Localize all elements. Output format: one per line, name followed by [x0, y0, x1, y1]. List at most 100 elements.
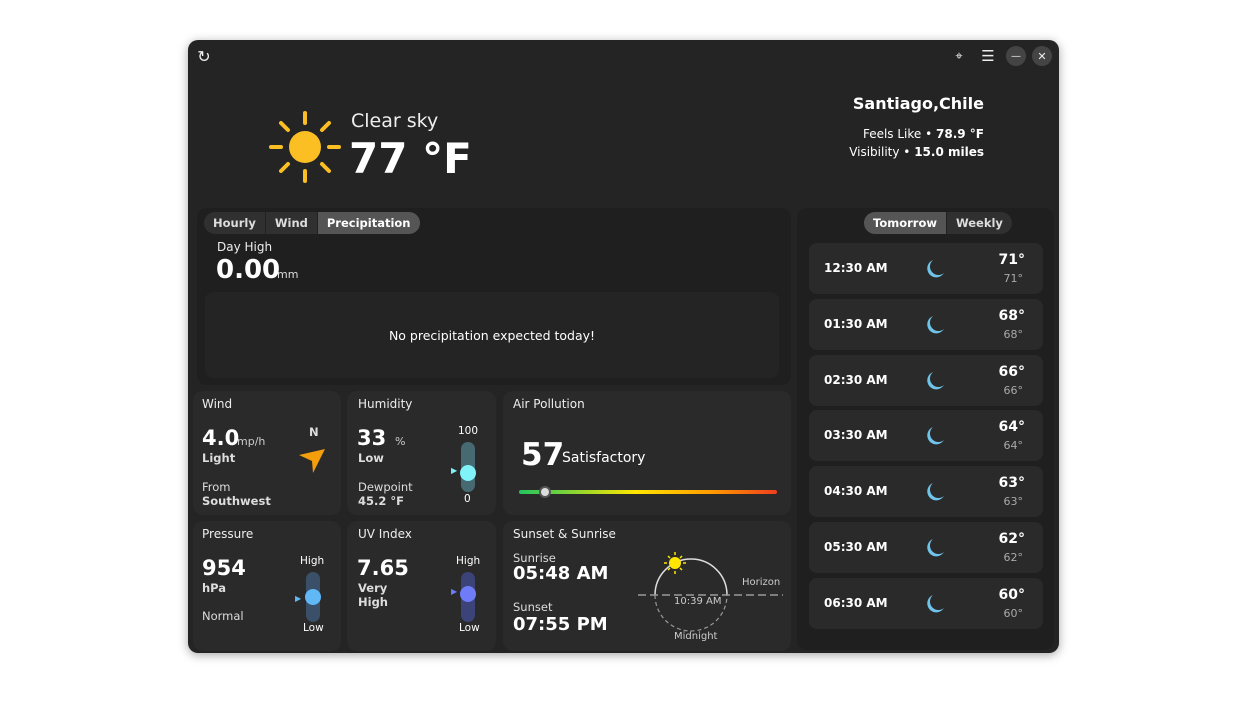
locate-button[interactable]: ⌖	[949, 46, 969, 66]
midnight-label: Midnight	[674, 631, 718, 642]
wind-direction-arrow-icon	[299, 449, 325, 473]
hour-row[interactable]: 06:30 AM 60° 60°	[809, 577, 1043, 629]
sunset-label: Sunset	[513, 600, 553, 614]
uv-desc-2: High	[358, 595, 388, 609]
wind-card: Wind 4.0 mp/h Light From Southwest N	[193, 391, 341, 515]
wind-unit: mp/h	[237, 435, 266, 448]
hour-row[interactable]: 12:30 AM 71° 71°	[809, 243, 1043, 294]
hour-time: 12:30 AM	[824, 261, 888, 275]
period-tabs: Tomorrow Weekly	[864, 212, 1012, 234]
wind-desc: Light	[202, 451, 236, 465]
humidity-card: Humidity 33 % Low Dewpoint 45.2 °F 100 ▶…	[347, 391, 496, 515]
sun-position-icon	[664, 552, 686, 574]
hour-feels: 71°	[1003, 272, 1024, 285]
hour-row[interactable]: 02:30 AM 66° 66°	[809, 354, 1043, 406]
air-pollution-card: Air Pollution 57 Satisfactory	[503, 391, 791, 515]
tab-wind[interactable]: Wind	[266, 212, 318, 234]
moon-icon	[927, 315, 944, 334]
wind-from-label: From	[202, 480, 231, 494]
menu-icon: ☰	[981, 47, 995, 65]
humidity-pointer-icon: ▶	[451, 466, 458, 475]
tab-precipitation[interactable]: Precipitation	[317, 212, 420, 234]
hour-row[interactable]: 04:30 AM 63° 63°	[809, 466, 1043, 518]
pressure-knob	[305, 589, 321, 605]
minimize-button[interactable]: —	[1006, 46, 1026, 66]
hour-temp: 71°	[998, 252, 1025, 268]
condition: Clear sky	[351, 110, 439, 132]
horizon-label: Horizon	[742, 577, 781, 588]
pressure-unit: hPa	[202, 581, 227, 595]
hour-time: 05:30 AM	[824, 540, 888, 554]
hour-row[interactable]: 05:30 AM 62° 62°	[809, 522, 1043, 573]
tab-tomorrow[interactable]: Tomorrow	[864, 212, 947, 234]
pressure-desc: Normal	[202, 609, 244, 623]
pressure-value: 954	[202, 556, 246, 580]
visibility: Visibility • 15.0 miles	[849, 145, 984, 159]
menu-button[interactable]: ☰	[978, 46, 998, 66]
hour-feels: 62°	[1003, 551, 1024, 564]
sunset-time: 07:55 PM	[513, 614, 608, 635]
humidity-gauge	[460, 442, 476, 492]
locate-icon: ⌖	[955, 48, 963, 64]
visibility-value: 15.0 miles	[914, 145, 984, 159]
feels-like-value: 78.9 °F	[936, 127, 984, 141]
uv-card: UV Index 7.65 Very High High ▶ Low	[347, 521, 496, 651]
tab-hourly[interactable]: Hourly	[204, 212, 266, 234]
uv-title: UV Index	[358, 527, 412, 541]
humidity-min: 0	[464, 493, 471, 505]
pressure-card: Pressure 954 hPa Normal High ▶ Low	[193, 521, 341, 651]
pressure-pointer-icon: ▶	[295, 594, 302, 603]
hour-time: 06:30 AM	[824, 595, 888, 610]
dewpoint-label: Dewpoint	[358, 480, 413, 494]
humidity-unit: %	[395, 435, 406, 448]
minimize-icon: —	[1011, 50, 1021, 62]
day-high-label: Day High	[217, 240, 273, 254]
air-value: 57	[521, 437, 565, 473]
uv-high: High	[456, 555, 481, 567]
hour-temp: 68°	[998, 307, 1025, 324]
feels-like: Feels Like • 78.9 °F	[863, 127, 984, 141]
refresh-icon: ↻	[197, 46, 211, 66]
humidity-knob	[460, 464, 476, 481]
temperature: 77 °F	[349, 134, 472, 183]
compass-north: N	[309, 425, 319, 439]
hour-row[interactable]: 03:30 AM 64° 64°	[809, 410, 1043, 462]
hour-feels: 66°	[1003, 383, 1024, 397]
hour-temp: 62°	[998, 531, 1025, 547]
hour-temp: 63°	[998, 475, 1025, 492]
sun-card: Sunset & Sunrise Sunrise 05:48 AM Sunset…	[503, 521, 791, 651]
forecast-tabs: Hourly Wind Precipitation	[204, 212, 420, 234]
humidity-max: 100	[458, 425, 479, 437]
moon-icon	[927, 594, 944, 613]
air-quality-bar	[519, 486, 777, 498]
pressure-high: High	[300, 555, 325, 567]
uv-desc-1: Very	[358, 581, 388, 595]
hour-time: 01:30 AM	[824, 316, 888, 331]
tab-weekly[interactable]: Weekly	[947, 212, 1012, 234]
pressure-gauge	[305, 572, 321, 622]
humidity-value: 33	[357, 426, 387, 450]
hour-row[interactable]: 01:30 AM 68° 68°	[809, 298, 1043, 350]
visibility-label: Visibility •	[849, 145, 911, 159]
precip-message: No precipitation expected today!	[205, 292, 779, 378]
close-button[interactable]: ✕	[1032, 46, 1052, 66]
refresh-button[interactable]: ↻	[194, 46, 214, 66]
pressure-title: Pressure	[202, 527, 254, 541]
hour-feels: 64°	[1003, 439, 1024, 453]
air-desc: Satisfactory	[562, 450, 646, 466]
uv-pointer-icon: ▶	[451, 587, 458, 596]
uv-value: 7.65	[357, 556, 409, 580]
humidity-title: Humidity	[358, 397, 413, 411]
feels-like-label: Feels Like •	[862, 127, 933, 141]
uv-gauge	[460, 572, 476, 622]
hour-temp: 60°	[998, 586, 1025, 603]
dewpoint-value: 45.2 °F	[358, 494, 404, 508]
pressure-low: Low	[303, 622, 324, 634]
hour-time: 04:30 AM	[824, 484, 888, 499]
close-icon: ✕	[1037, 49, 1047, 63]
hour-feels: 68°	[1003, 327, 1024, 341]
location: Santiago,Chile	[852, 94, 984, 113]
hour-time: 02:30 AM	[824, 372, 888, 387]
hour-feels: 60°	[1003, 606, 1024, 620]
precip-unit: mm	[277, 268, 299, 281]
